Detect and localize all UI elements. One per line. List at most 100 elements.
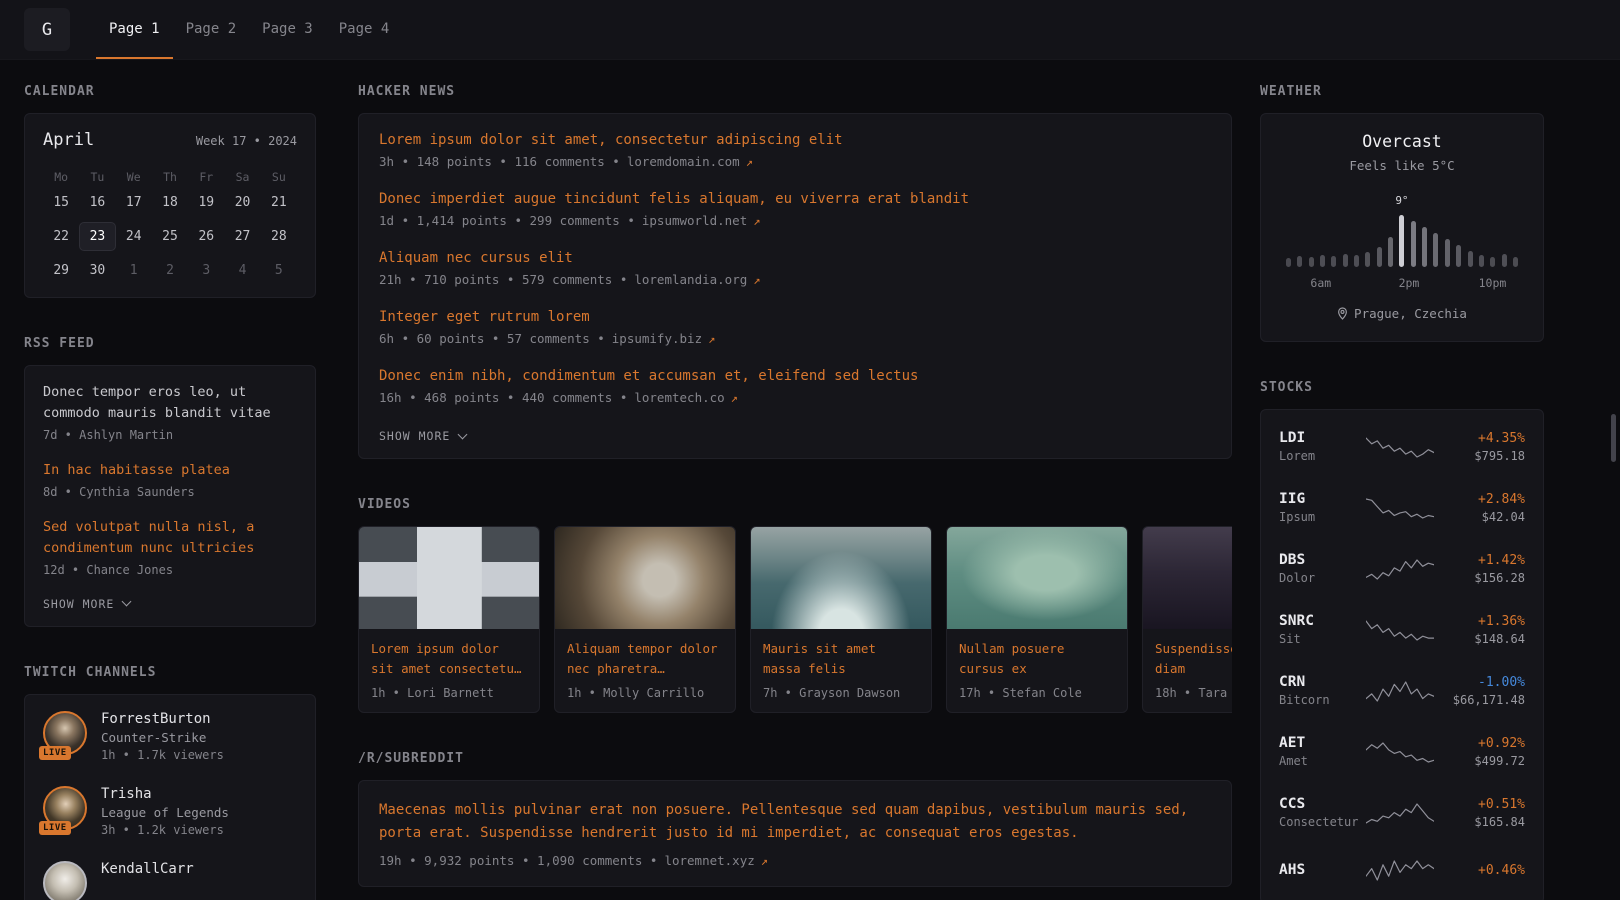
video-title[interactable]: Aliquam tempor dolor nec pharetra…	[567, 639, 723, 679]
hackernews-item-meta: 16h • 468 points • 440 comments •loremte…	[379, 390, 1211, 405]
section-rss: RSS FEED Donec tempor eros leo, ut commo…	[24, 336, 316, 627]
video-thumbnail	[359, 527, 539, 629]
weather-bar-fill	[1433, 233, 1438, 267]
weather-time-label: 10pm	[1479, 276, 1507, 290]
weather-bar-fill	[1502, 254, 1507, 267]
weather-bar	[1320, 203, 1325, 267]
hackernews-item-stats: 1d • 1,414 points • 299 comments •	[379, 213, 635, 228]
calendar-weekday: Su	[261, 166, 297, 188]
weather-bar-fill	[1422, 227, 1427, 267]
calendar-day: 16	[79, 188, 115, 217]
weather-feels-like: Feels like 5°C	[1279, 158, 1525, 173]
stock-change: -1.00%	[1434, 675, 1525, 690]
rss-item: In hac habitasse platea8d • Cynthia Saun…	[43, 460, 297, 499]
stock-change: +1.36%	[1434, 614, 1525, 629]
stock-sparkline	[1366, 495, 1434, 521]
hackernews-item-title[interactable]: Integer eget rutrum lorem	[379, 309, 1211, 325]
tab-page-3[interactable]: Page 3	[249, 0, 326, 59]
hackernews-item-source[interactable]: loremlandia.org	[634, 272, 747, 287]
video-card[interactable]: Mauris sit amet massa felis 7h • Grayson …	[750, 526, 932, 713]
right-column: WEATHER Overcast Feels like 5°C 9° 6am2p…	[1260, 84, 1544, 900]
hackernews-item-source[interactable]: loremtech.co	[634, 390, 724, 405]
tab-page-4[interactable]: Page 4	[326, 0, 403, 59]
twitch-channel-info: ForrestBurtonCounter-Strike1h • 1.7k vie…	[101, 711, 224, 762]
twitch-channel-meta: 3h • 1.2k viewers	[101, 823, 229, 837]
calendar-weekday-row: MoTuWeThFrSaSu	[43, 166, 297, 188]
hackernews-item-title[interactable]: Aliquam nec cursus elit	[379, 250, 1211, 266]
weather-bar-fill	[1490, 257, 1495, 267]
stock-row[interactable]: LDILorem+4.35%$795.18	[1277, 416, 1527, 477]
chevron-down-icon	[458, 429, 468, 439]
calendar-day-today: 23	[79, 222, 115, 251]
weather-bar-fill	[1320, 255, 1325, 267]
external-link-icon: ↗	[708, 332, 715, 346]
video-meta: 7h • Grayson Dawson	[763, 686, 919, 700]
twitch-channel[interactable]: LIVETrishaLeague of Legends3h • 1.2k vie…	[43, 786, 297, 837]
tab-page-1[interactable]: Page 1	[96, 0, 173, 59]
hackernews-item-title[interactable]: Donec enim nibh, condimentum et accumsan…	[379, 368, 1211, 384]
hackernews-item-source[interactable]: loremdomain.com	[627, 154, 740, 169]
video-title[interactable]: Lorem ipsum dolor sit amet consectetu…	[371, 639, 527, 679]
video-card[interactable]: Lorem ipsum dolor sit amet consectetu… 1h…	[358, 526, 540, 713]
weather-bar	[1309, 203, 1314, 267]
stock-row[interactable]: IIGIpsum+2.84%$42.04	[1277, 477, 1527, 538]
hackernews-item-source[interactable]: ipsumworld.net	[642, 213, 747, 228]
stock-row[interactable]: CCSConsectetur+0.51%$165.84	[1277, 782, 1527, 843]
twitch-channel-name[interactable]: Trisha	[101, 786, 229, 802]
rss-item-title[interactable]: Donec tempor eros leo, ut commodo mauris…	[43, 382, 297, 424]
section-hackernews: HACKER NEWS Lorem ipsum dolor sit amet, …	[358, 84, 1232, 459]
stock-values: +1.36% $148.64	[1434, 614, 1525, 646]
subreddit-post-source[interactable]: loremnet.xyz	[664, 853, 754, 868]
rss-show-more-button[interactable]: SHOW MORE	[43, 597, 130, 611]
weather-bar-fill	[1354, 255, 1359, 267]
stock-change: +0.51%	[1434, 797, 1525, 812]
twitch-channel-name[interactable]: ForrestBurton	[101, 711, 224, 727]
scrollbar-thumb[interactable]	[1611, 414, 1616, 462]
stock-info: AHS	[1279, 862, 1366, 878]
hackernews-show-more-button[interactable]: SHOW MORE	[379, 429, 466, 443]
stock-ticker: DBS	[1279, 552, 1366, 568]
hackernews-item-meta: 1d • 1,414 points • 299 comments • ipsumw…	[379, 213, 1211, 228]
calendar-day: 24	[116, 222, 152, 251]
subreddit-post-title[interactable]: Maecenas mollis pulvinar erat non posuer…	[379, 799, 1211, 845]
external-link-icon: ↗	[746, 155, 753, 169]
weather-bar	[1354, 203, 1359, 267]
weather-bar-fill	[1388, 237, 1393, 267]
stock-values: -1.00%$66,171.48	[1434, 675, 1525, 707]
rss-item-title[interactable]: Sed volutpat nulla nisl, a condimentum n…	[43, 517, 297, 559]
weather-condition: Overcast	[1279, 132, 1525, 151]
twitch-channel[interactable]: LIVEForrestBurtonCounter-Strike1h • 1.7k…	[43, 711, 297, 762]
section-twitch: TWITCH CHANNELS LIVEForrestBurtonCounter…	[24, 665, 316, 900]
external-link-icon: ↗	[753, 273, 760, 287]
stock-row[interactable]: AETAmet+0.92%$499.72	[1277, 721, 1527, 782]
video-card[interactable]: Suspendisse quis… diam18h • Tara	[1142, 526, 1232, 713]
stock-ticker: AHS	[1279, 862, 1366, 878]
rss-item-title[interactable]: In hac habitasse platea	[43, 460, 297, 481]
hackernews-item: Lorem ipsum dolor sit amet, consectetur …	[379, 132, 1211, 169]
calendar-weekday: We	[116, 166, 152, 188]
stock-row[interactable]: CRNBitcorn-1.00%$66,171.48	[1277, 660, 1527, 721]
rss-feed-list: Donec tempor eros leo, ut commodo mauris…	[43, 382, 297, 577]
hackernews-item-title[interactable]: Lorem ipsum dolor sit amet, consectetur …	[379, 132, 1211, 148]
video-card[interactable]: Aliquam tempor dolor nec pharetra…1h • M…	[554, 526, 736, 713]
stock-row[interactable]: DBSDolor+1.42%$156.28	[1277, 538, 1527, 599]
twitch-channel-name[interactable]: KendallCarr	[101, 861, 194, 877]
stock-change: +1.42%	[1434, 553, 1525, 568]
hackernews-item-source[interactable]: ipsumify.biz	[612, 331, 702, 346]
tab-page-2[interactable]: Page 2	[173, 0, 250, 59]
video-title[interactable]: Nullam posuere cursus ex	[959, 639, 1115, 679]
stock-row[interactable]: SNRCSit+1.36%$148.64	[1277, 599, 1527, 660]
stock-price: $156.28	[1434, 571, 1525, 585]
stock-price: $148.64	[1434, 632, 1525, 646]
video-title[interactable]: Suspendisse quis… diam	[1155, 639, 1232, 679]
video-card[interactable]: Nullam posuere cursus ex17h • Stefan Col…	[946, 526, 1128, 713]
section-title-rss: RSS FEED	[24, 336, 316, 351]
video-title[interactable]: Mauris sit amet massa felis	[763, 639, 919, 679]
hackernews-item-title[interactable]: Donec imperdiet augue tincidunt felis al…	[379, 191, 1211, 207]
stock-row[interactable]: AHS+0.46%	[1277, 843, 1527, 897]
twitch-channel[interactable]: KendallCarr	[43, 861, 297, 900]
topbar: G Page 1Page 2Page 3Page 4	[0, 0, 1620, 60]
video-meta: 1h • Lori Barnett	[371, 686, 527, 700]
calendar-day-grid: 1516171819202122232425262728293012345	[43, 188, 297, 285]
weather-card: Overcast Feels like 5°C 9° 6am2pm10pm Pr…	[1260, 113, 1544, 342]
